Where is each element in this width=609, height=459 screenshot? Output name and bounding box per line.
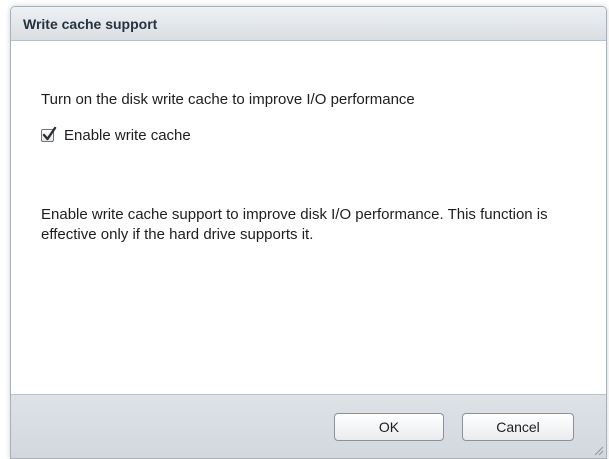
dialog-content: Turn on the disk write cache to improve … <box>11 41 606 394</box>
cancel-button[interactable]: Cancel <box>462 413 574 441</box>
intro-text: Turn on the disk write cache to improve … <box>41 91 415 108</box>
dialog-titlebar[interactable]: Write cache support <box>11 7 606 41</box>
resize-grip-icon[interactable] <box>592 444 604 456</box>
enable-write-cache-checkbox[interactable] <box>41 126 57 142</box>
ok-button[interactable]: OK <box>334 413 444 441</box>
dialog-title: Write cache support <box>23 16 158 32</box>
checkmark-icon <box>42 126 57 141</box>
description-text: Enable write cache support to improve di… <box>41 206 548 243</box>
dialog-footer: OK Cancel <box>11 394 606 458</box>
enable-write-cache-label[interactable]: Enable write cache <box>64 127 191 144</box>
enable-write-cache-option[interactable]: Enable write cache <box>41 126 191 144</box>
write-cache-dialog: Write cache support Turn on the disk wri… <box>10 6 607 459</box>
